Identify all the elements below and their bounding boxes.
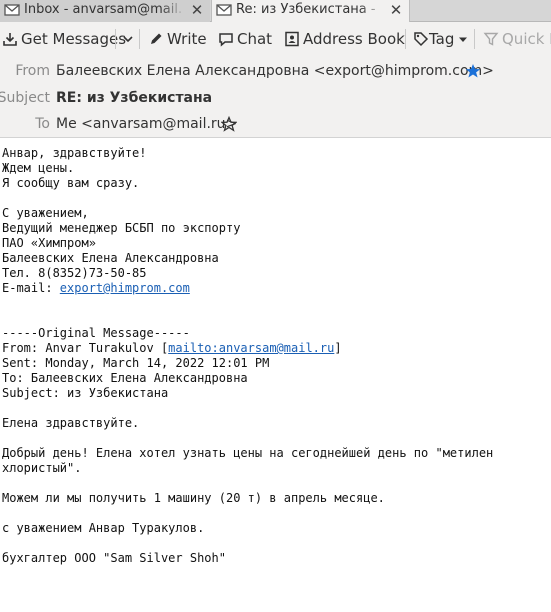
from-suffix: ] (334, 341, 342, 355)
download-icon (3, 33, 17, 46)
pencil-icon (151, 33, 162, 44)
from-prefix: From: Anvar Turakulov [ (2, 341, 169, 355)
from-line: From: Anvar Turakulov [mailto:anvarsam@m… (2, 341, 547, 356)
body-line: ПАО «Химпром» (2, 236, 96, 250)
toolbar-divider (405, 29, 406, 49)
address-book-button[interactable]: Address Book (284, 28, 405, 50)
get-messages-button[interactable]: Get Messages (2, 28, 142, 50)
quick-filter-button[interactable]: Quick F (483, 28, 551, 50)
tab-inbox[interactable]: Inbox - anvarsam@mail.ru ✕ (0, 0, 210, 22)
email-prefix: E-mail: (2, 281, 60, 295)
address-book-icon (285, 31, 299, 47)
body-line: Можем ли мы получить 1 машину (20 т) в а… (2, 491, 385, 505)
chat-label: Chat (237, 30, 273, 48)
from-value[interactable]: Балеевских Елена Александровна <export@h… (56, 60, 494, 82)
body-line: Тел. 8(8352)73-50-85 (2, 266, 147, 280)
body-line: Елена здравствуйте. (2, 416, 140, 430)
email-line: E-mail: export@himprom.com (2, 281, 547, 296)
body-line: To: Балеевских Елена Александровна (2, 371, 248, 385)
tab-bar: Inbox - anvarsam@mail.ru ✕ Re: из Узбеки… (0, 0, 551, 22)
write-label: Write (167, 30, 207, 48)
toolbar-divider (139, 29, 140, 49)
caret-down-icon (459, 37, 467, 42)
body-line: Ведущий менеджер БСБП по экспорту (2, 221, 241, 235)
tab-message[interactable]: Re: из Узбекистана - In ✕ (211, 0, 410, 22)
subject-row: Subject RE: из Узбекистана (0, 87, 551, 109)
tag-button[interactable]: Tag (413, 28, 471, 50)
from-label: From (15, 63, 50, 79)
body-line: бухгалтер ООО "Sam Silver Shoh" (2, 551, 226, 565)
message-header: From Балеевских Елена Александровна <exp… (0, 56, 551, 138)
chat-button[interactable]: Chat (218, 28, 274, 50)
toolbar-divider (115, 29, 116, 49)
to-row: To Me <anvarsam@mail.ru> (0, 113, 551, 135)
body-line: Добрый день! Елена хотел узнать цены на … (2, 446, 494, 460)
star-outline-icon[interactable] (221, 116, 237, 132)
close-icon[interactable]: ✕ (188, 1, 206, 19)
tag-label: Tag (429, 30, 455, 48)
tag-icon (414, 32, 429, 47)
body-line: Ждем цены. (2, 161, 75, 175)
subject-label: Subject (0, 90, 50, 106)
close-icon[interactable]: ✕ (387, 1, 405, 19)
message-body: Анвар, здравствуйте! Ждем цены. Я сообщу… (2, 146, 547, 566)
subject-value: RE: из Узбекистана (56, 90, 213, 106)
chat-bubble-icon (219, 33, 233, 47)
address-book-label: Address Book (303, 30, 405, 48)
get-messages-label: Get Messages (21, 30, 127, 48)
toolbar-divider (474, 29, 475, 49)
quick-filter-label: Quick F (502, 30, 551, 48)
body-line: хлористый". (2, 461, 82, 475)
envelope-icon (4, 4, 20, 16)
write-button[interactable]: Write (148, 28, 208, 50)
body-line: Анвар, здравствуйте! (2, 146, 147, 160)
body-line: С уважением, (2, 206, 89, 220)
to-value[interactable]: Me <anvarsam@mail.ru> (56, 113, 237, 135)
body-line: Балеевских Елена Александровна (2, 251, 219, 265)
tab-inbox-label: Inbox - anvarsam@mail.ru (24, 2, 182, 17)
from-row: From Балеевских Елена Александровна <exp… (0, 60, 551, 82)
body-line: Subject: из Узбекистана (2, 386, 169, 400)
body-line: Sent: Monday, March 14, 2022 12:01 PM (2, 356, 270, 370)
body-line: Я сообщу вам сразу. (2, 176, 140, 190)
mailto-link[interactable]: mailto:anvarsam@mail.ru (168, 341, 334, 355)
chevron-down-icon[interactable] (122, 33, 134, 45)
body-line: -----Original Message----- (2, 326, 190, 340)
envelope-open-icon (216, 4, 232, 16)
star-icon[interactable] (465, 63, 481, 79)
email-link[interactable]: export@himprom.com (60, 281, 190, 295)
to-label: To (35, 116, 50, 132)
body-line: с уважением Анвар Туракулов. (2, 521, 205, 535)
filter-icon (483, 32, 499, 46)
toolbar: Get Messages Write Chat Address Book Tag (0, 22, 551, 56)
